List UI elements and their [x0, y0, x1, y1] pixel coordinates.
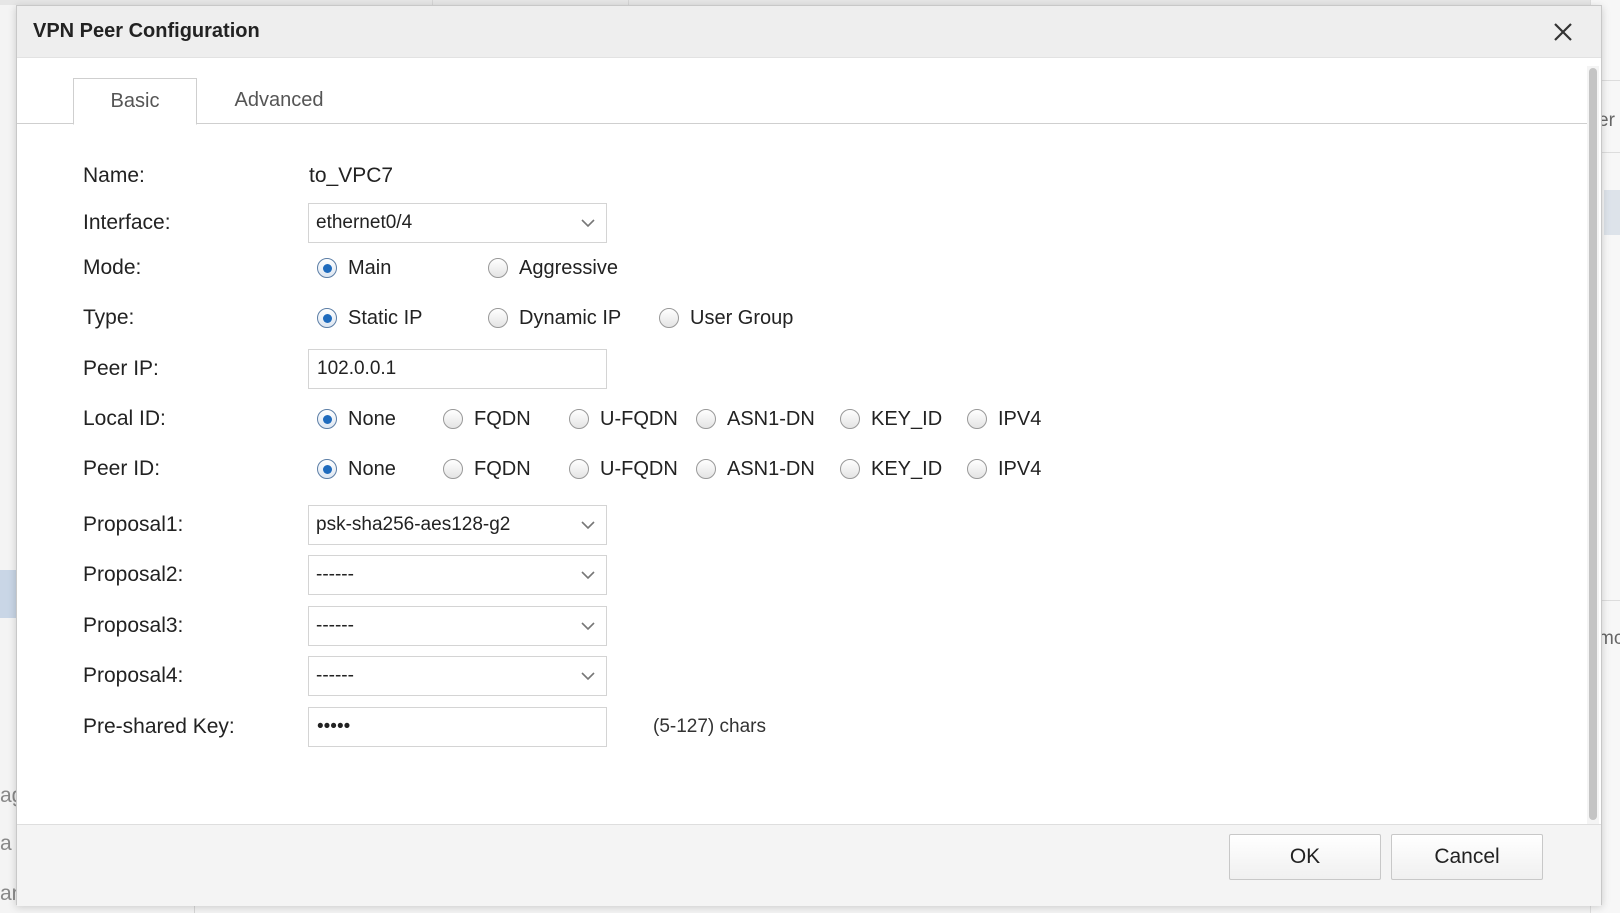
proposal3-select-value: ------ — [316, 615, 354, 636]
radio-circle — [696, 409, 716, 429]
name-row: Name: to_VPC7 — [17, 156, 1577, 196]
peer-ip-row: Peer IP: — [17, 349, 1577, 389]
ok-button[interactable]: OK — [1229, 834, 1381, 880]
radio-label: Dynamic IP — [519, 307, 622, 329]
radio-circle — [967, 459, 987, 479]
chevron-down-icon — [580, 216, 596, 230]
proposal2-select[interactable]: ------ — [308, 555, 607, 595]
background-highlight — [1604, 190, 1620, 235]
radio-label: Aggressive — [519, 257, 618, 279]
mode-row: Mode: Main Aggressive — [17, 248, 1577, 288]
vpn-peer-dialog: VPN Peer Configuration Basic Advanced Na… — [16, 5, 1602, 906]
interface-row: Interface: ethernet0/4 — [17, 203, 1577, 243]
radio-label: FQDN — [474, 458, 531, 480]
type-label: Type: — [83, 306, 135, 329]
radio-circle — [840, 409, 860, 429]
chevron-down-icon — [580, 619, 596, 633]
local-id-row: Local ID: None FQDN U-FQDN ASN1-DN KEY_I… — [17, 399, 1577, 439]
close-button[interactable] — [1549, 18, 1577, 46]
dialog-titlebar: VPN Peer Configuration — [17, 6, 1601, 58]
dialog-title: VPN Peer Configuration — [33, 20, 260, 42]
radio-label: Static IP — [348, 307, 423, 329]
scrollbar-thumb[interactable] — [1589, 68, 1597, 820]
proposal4-row: Proposal4: ------ — [17, 656, 1577, 696]
radio-label: None — [348, 408, 396, 430]
radio-circle — [659, 308, 679, 328]
cancel-button[interactable]: Cancel — [1391, 834, 1543, 880]
preshared-key-label: Pre-shared Key: — [83, 715, 235, 738]
type-row: Type: Static IP Dynamic IP User Group — [17, 298, 1577, 338]
background-highlight — [0, 570, 16, 618]
chevron-down-icon — [580, 568, 596, 582]
radio-circle — [488, 308, 508, 328]
radio-dot — [323, 465, 332, 474]
peer-id-label: Peer ID: — [83, 457, 161, 480]
proposal4-label: Proposal4: — [83, 664, 184, 687]
peer-ip-input[interactable] — [308, 349, 607, 389]
interface-label: Interface: — [83, 211, 171, 234]
name-label: Name: — [83, 164, 145, 187]
proposal4-select[interactable]: ------ — [308, 656, 607, 696]
radio-label: FQDN — [474, 408, 531, 430]
chevron-down-icon — [580, 669, 596, 683]
dialog-footer: OK Cancel — [17, 824, 1601, 906]
tab-advanced[interactable]: Advanced — [217, 78, 341, 124]
proposal3-select[interactable]: ------ — [308, 606, 607, 646]
tab-bar: Basic Advanced — [17, 58, 1587, 125]
radio-label: ASN1-DN — [727, 408, 815, 430]
radio-circle — [967, 409, 987, 429]
peer-id-row: Peer ID: None FQDN U-FQDN ASN1-DN KEY_ID — [17, 449, 1577, 489]
peer-ip-label: Peer IP: — [83, 357, 159, 380]
radio-label: User Group — [690, 307, 794, 329]
radio-dot — [323, 415, 332, 424]
radio-label: KEY_ID — [871, 458, 943, 480]
preshared-key-value: ••••• — [317, 716, 351, 737]
proposal1-select[interactable]: psk-sha256-aes128-g2 — [308, 505, 607, 545]
preshared-key-input[interactable]: ••••• — [308, 707, 607, 747]
radio-circle — [488, 258, 508, 278]
proposal2-row: Proposal2: ------ — [17, 555, 1577, 595]
proposal1-label: Proposal1: — [83, 513, 184, 536]
radio-circle — [569, 459, 589, 479]
radio-label: KEY_ID — [871, 408, 943, 430]
radio-circle — [317, 258, 337, 278]
radio-circle — [569, 409, 589, 429]
radio-circle — [443, 459, 463, 479]
interface-select[interactable]: ethernet0/4 — [308, 203, 607, 243]
radio-circle — [317, 459, 337, 479]
proposal2-select-value: ------ — [316, 564, 354, 585]
chevron-down-icon — [580, 518, 596, 532]
local-id-label: Local ID: — [83, 407, 166, 430]
proposal3-label: Proposal3: — [83, 614, 184, 637]
interface-select-value: ethernet0/4 — [316, 212, 413, 233]
radio-label: Main — [348, 257, 392, 279]
radio-dot — [323, 264, 332, 273]
radio-circle — [317, 409, 337, 429]
background-text: a — [0, 832, 12, 855]
proposal2-label: Proposal2: — [83, 563, 184, 586]
radio-label: U-FQDN — [600, 408, 678, 430]
radio-circle — [696, 459, 716, 479]
radio-label: U-FQDN — [600, 458, 678, 480]
radio-dot — [323, 314, 332, 323]
mode-label: Mode: — [83, 256, 142, 279]
proposal3-row: Proposal3: ------ — [17, 606, 1577, 646]
radio-label: None — [348, 458, 396, 480]
tab-basic[interactable]: Basic — [73, 78, 197, 125]
preshared-key-row: Pre-shared Key: ••••• (5-127) chars — [17, 707, 1577, 747]
radio-label: IPV4 — [998, 458, 1042, 480]
proposal4-select-value: ------ — [316, 665, 354, 686]
basic-form: Name: to_VPC7 Interface: ethernet0/4 Mod… — [17, 124, 1587, 824]
proposal1-row: Proposal1: psk-sha256-aes128-g2 — [17, 505, 1577, 545]
radio-label: ASN1-DN — [727, 458, 815, 480]
proposal1-select-value: psk-sha256-aes128-g2 — [316, 514, 511, 535]
radio-circle — [317, 308, 337, 328]
name-value: to_VPC7 — [309, 164, 394, 187]
preshared-key-hint: (5-127) chars — [653, 716, 766, 737]
radio-label: IPV4 — [998, 408, 1042, 430]
vertical-scrollbar[interactable] — [1587, 66, 1599, 826]
radio-circle — [443, 409, 463, 429]
radio-circle — [840, 459, 860, 479]
close-icon — [1554, 23, 1572, 41]
